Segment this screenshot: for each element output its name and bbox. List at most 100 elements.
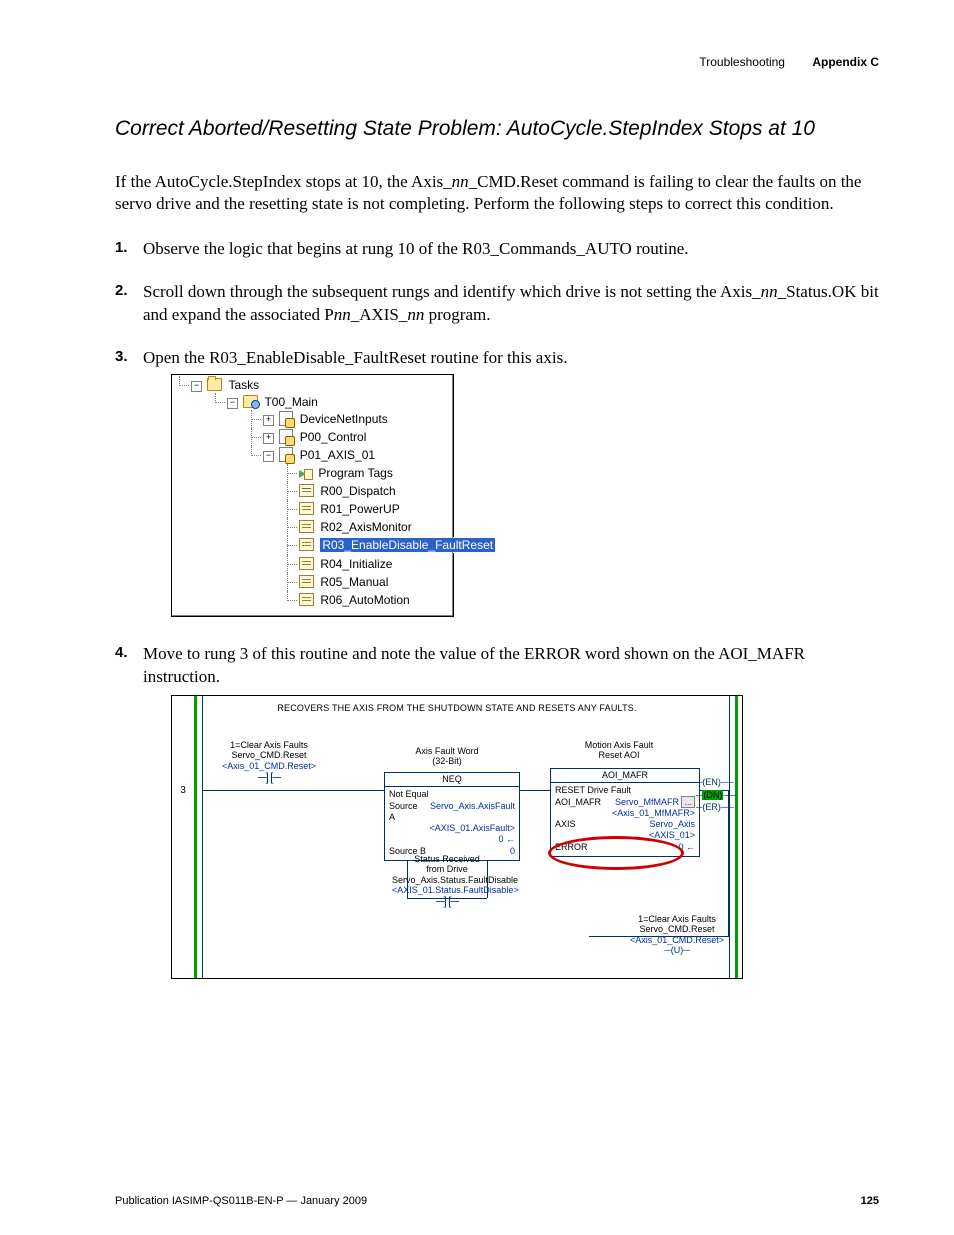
program-icon [279, 411, 293, 426]
tags-icon [299, 468, 312, 479]
neq-srcB-val: 0 [510, 846, 515, 857]
routine-icon [299, 520, 314, 533]
mafr-r2a: AXIS [555, 819, 576, 830]
step-2c: _AXIS_ [351, 305, 408, 324]
tree-r00-label: R00_Dispatch [320, 484, 395, 498]
flag-en: (EN) [702, 777, 721, 787]
page-number: 125 [861, 1195, 879, 1207]
xic2-t2: from Drive [392, 864, 502, 874]
tree-r04[interactable]: R04_Initialize [281, 555, 453, 573]
tree-r01[interactable]: R01_PowerUP [281, 500, 453, 518]
expand-icon[interactable]: + [263, 415, 274, 426]
neq-instruction[interactable]: NEQ Not Equal Source AServo_Axis.AxisFau… [384, 772, 520, 861]
intro-text-1: If the AutoCycle.StepIndex stops at 10, … [115, 172, 452, 191]
tree-t00-main[interactable]: − T00_Main + DeviceNetInputs [209, 393, 453, 611]
neq-title: Axis Fault Word (32-Bit) [392, 746, 502, 767]
mafr-r2b: Servo_Axis [649, 819, 695, 830]
mafr-r1c: <Axis_01_MfMAFR> [612, 808, 695, 819]
tree-tasks-label: Tasks [228, 378, 259, 392]
intro-paragraph: If the AutoCycle.StepIndex stops at 10, … [115, 171, 879, 216]
tree-r02[interactable]: R02_AxisMonitor [281, 518, 453, 536]
mafr-hdr: AOI_MAFR [551, 769, 699, 783]
step-4-text: Move to rung 3 of this routine and note … [143, 644, 805, 686]
page-header: Troubleshooting Appendix C [115, 55, 879, 69]
tree-r01-label: R01_PowerUP [320, 502, 399, 516]
tree-devicenet[interactable]: + DeviceNetInputs [245, 410, 453, 428]
mafr-t2: Reset AOI [564, 750, 674, 760]
neq-srcA-num: 0 ← [498, 834, 515, 845]
ladder-body: 3 1=Clear Axis Faults Servo_CMD.Reset <A… [172, 718, 742, 978]
page-footer: Publication IASIMP-QS011B-EN-P — January… [115, 1195, 879, 1207]
tree-p01-label: P01_AXIS_01 [300, 448, 375, 462]
tree-r06[interactable]: R06_AutoMotion [281, 591, 453, 609]
step-2: Scroll down through the subsequent rungs… [115, 281, 879, 327]
routine-icon [299, 593, 314, 606]
step-4: Move to rung 3 of this routine and note … [115, 643, 879, 979]
tree-r03[interactable]: R03_EnableDisable_FaultReset [281, 536, 453, 554]
step-2a: Scroll down through the subsequent rungs… [143, 282, 761, 301]
routine-icon [299, 502, 314, 515]
header-appendix: Appendix C [812, 55, 879, 69]
xic2-t3: Servo_Axis.Status.FaultDisable [392, 875, 502, 885]
mafr-ellipsis-button[interactable]: ... [681, 796, 695, 808]
step-1: Observe the logic that begins at rung 10… [115, 238, 879, 261]
mafr-r2c: <AXIS_01> [649, 830, 695, 841]
tree-r05[interactable]: R05_Manual [281, 573, 453, 591]
rung-number: 3 [174, 784, 192, 798]
step-2-nn3: nn [407, 305, 424, 324]
routine-icon [299, 557, 314, 570]
tree-p00[interactable]: + P00_Control [245, 428, 453, 446]
tree-view: − Tasks − T00_Main + [171, 374, 454, 617]
tree-p01[interactable]: − P01_AXIS_01 Program Tags [245, 446, 453, 610]
xic2-t1: Status Received [392, 854, 502, 864]
routine-icon [299, 484, 314, 497]
tree-r05-label: R05_Manual [320, 575, 388, 589]
step-3-text: Open the R03_EnableDisable_FaultReset ro… [143, 348, 567, 367]
tree-tasks[interactable]: − Tasks − T00_Main + [173, 376, 453, 612]
tree-program-tags[interactable]: Program Tags [281, 464, 453, 482]
mafr-instruction[interactable]: AOI_MAFR RESET Drive Fault AOI_MAFR Serv… [550, 768, 700, 857]
collapse-icon[interactable]: − [191, 381, 202, 392]
otu-t2: Servo_CMD.Reset [622, 924, 732, 934]
step-2d: program. [424, 305, 490, 324]
tree-p00-label: P00_Control [300, 430, 367, 444]
neq-t2: (32-Bit) [392, 756, 502, 766]
xic-icon: ─] [─ [258, 771, 280, 785]
tree-tags-label: Program Tags [318, 466, 392, 480]
expand-icon[interactable]: + [263, 433, 274, 444]
routine-icon [299, 575, 314, 588]
otu-label: 1=Clear Axis Faults Servo_CMD.Reset <Axi… [622, 914, 732, 955]
step-2-nn2: nn [334, 305, 351, 324]
mafr-t1: Motion Axis Fault [564, 740, 674, 750]
section-title: Correct Aborted/Resetting State Problem:… [115, 117, 879, 141]
flag-er: (ER) [702, 802, 721, 812]
neq-hdr: NEQ [385, 773, 519, 787]
xic1-t1: 1=Clear Axis Faults [214, 740, 324, 750]
flag-dn: (DN) [702, 790, 723, 800]
publication-id: Publication IASIMP-QS011B-EN-P — January… [115, 1195, 367, 1207]
collapse-icon[interactable]: − [227, 398, 238, 409]
neq-name: Not Equal [389, 789, 515, 800]
xic-icon: ─] [─ [436, 895, 458, 909]
routine-icon [299, 538, 314, 551]
xic-reset-label: 1=Clear Axis Faults Servo_CMD.Reset <Axi… [214, 740, 324, 785]
task-icon [243, 395, 258, 408]
ladder-figure: RECOVERS THE AXIS FROM THE SHUTDOWN STAT… [171, 695, 743, 979]
neq-srcA-tag: <AXIS_01.AxisFault> [429, 823, 515, 834]
mafr-r0: RESET Drive Fault [555, 785, 695, 796]
program-icon [279, 429, 293, 444]
otu-t1: 1=Clear Axis Faults [622, 914, 732, 924]
neq-t1: Axis Fault Word [392, 746, 502, 756]
tree-r06-label: R06_AutoMotion [320, 593, 409, 607]
collapse-icon[interactable]: − [263, 451, 274, 462]
xic1-t2: Servo_CMD.Reset [214, 750, 324, 760]
xic-status-label: Status Received from Drive Servo_Axis.St… [392, 854, 502, 909]
rung-comment: RECOVERS THE AXIS FROM THE SHUTDOWN STAT… [172, 696, 742, 718]
tree-r03-label: R03_EnableDisable_FaultReset [320, 538, 495, 552]
tree-r04-label: R04_Initialize [320, 557, 392, 571]
neq-srcA: Source A [389, 801, 424, 824]
header-section: Troubleshooting [699, 55, 785, 69]
tree-devicenet-label: DeviceNetInputs [300, 412, 388, 426]
tree-t00-label: T00_Main [264, 395, 317, 409]
tree-r00[interactable]: R00_Dispatch [281, 482, 453, 500]
